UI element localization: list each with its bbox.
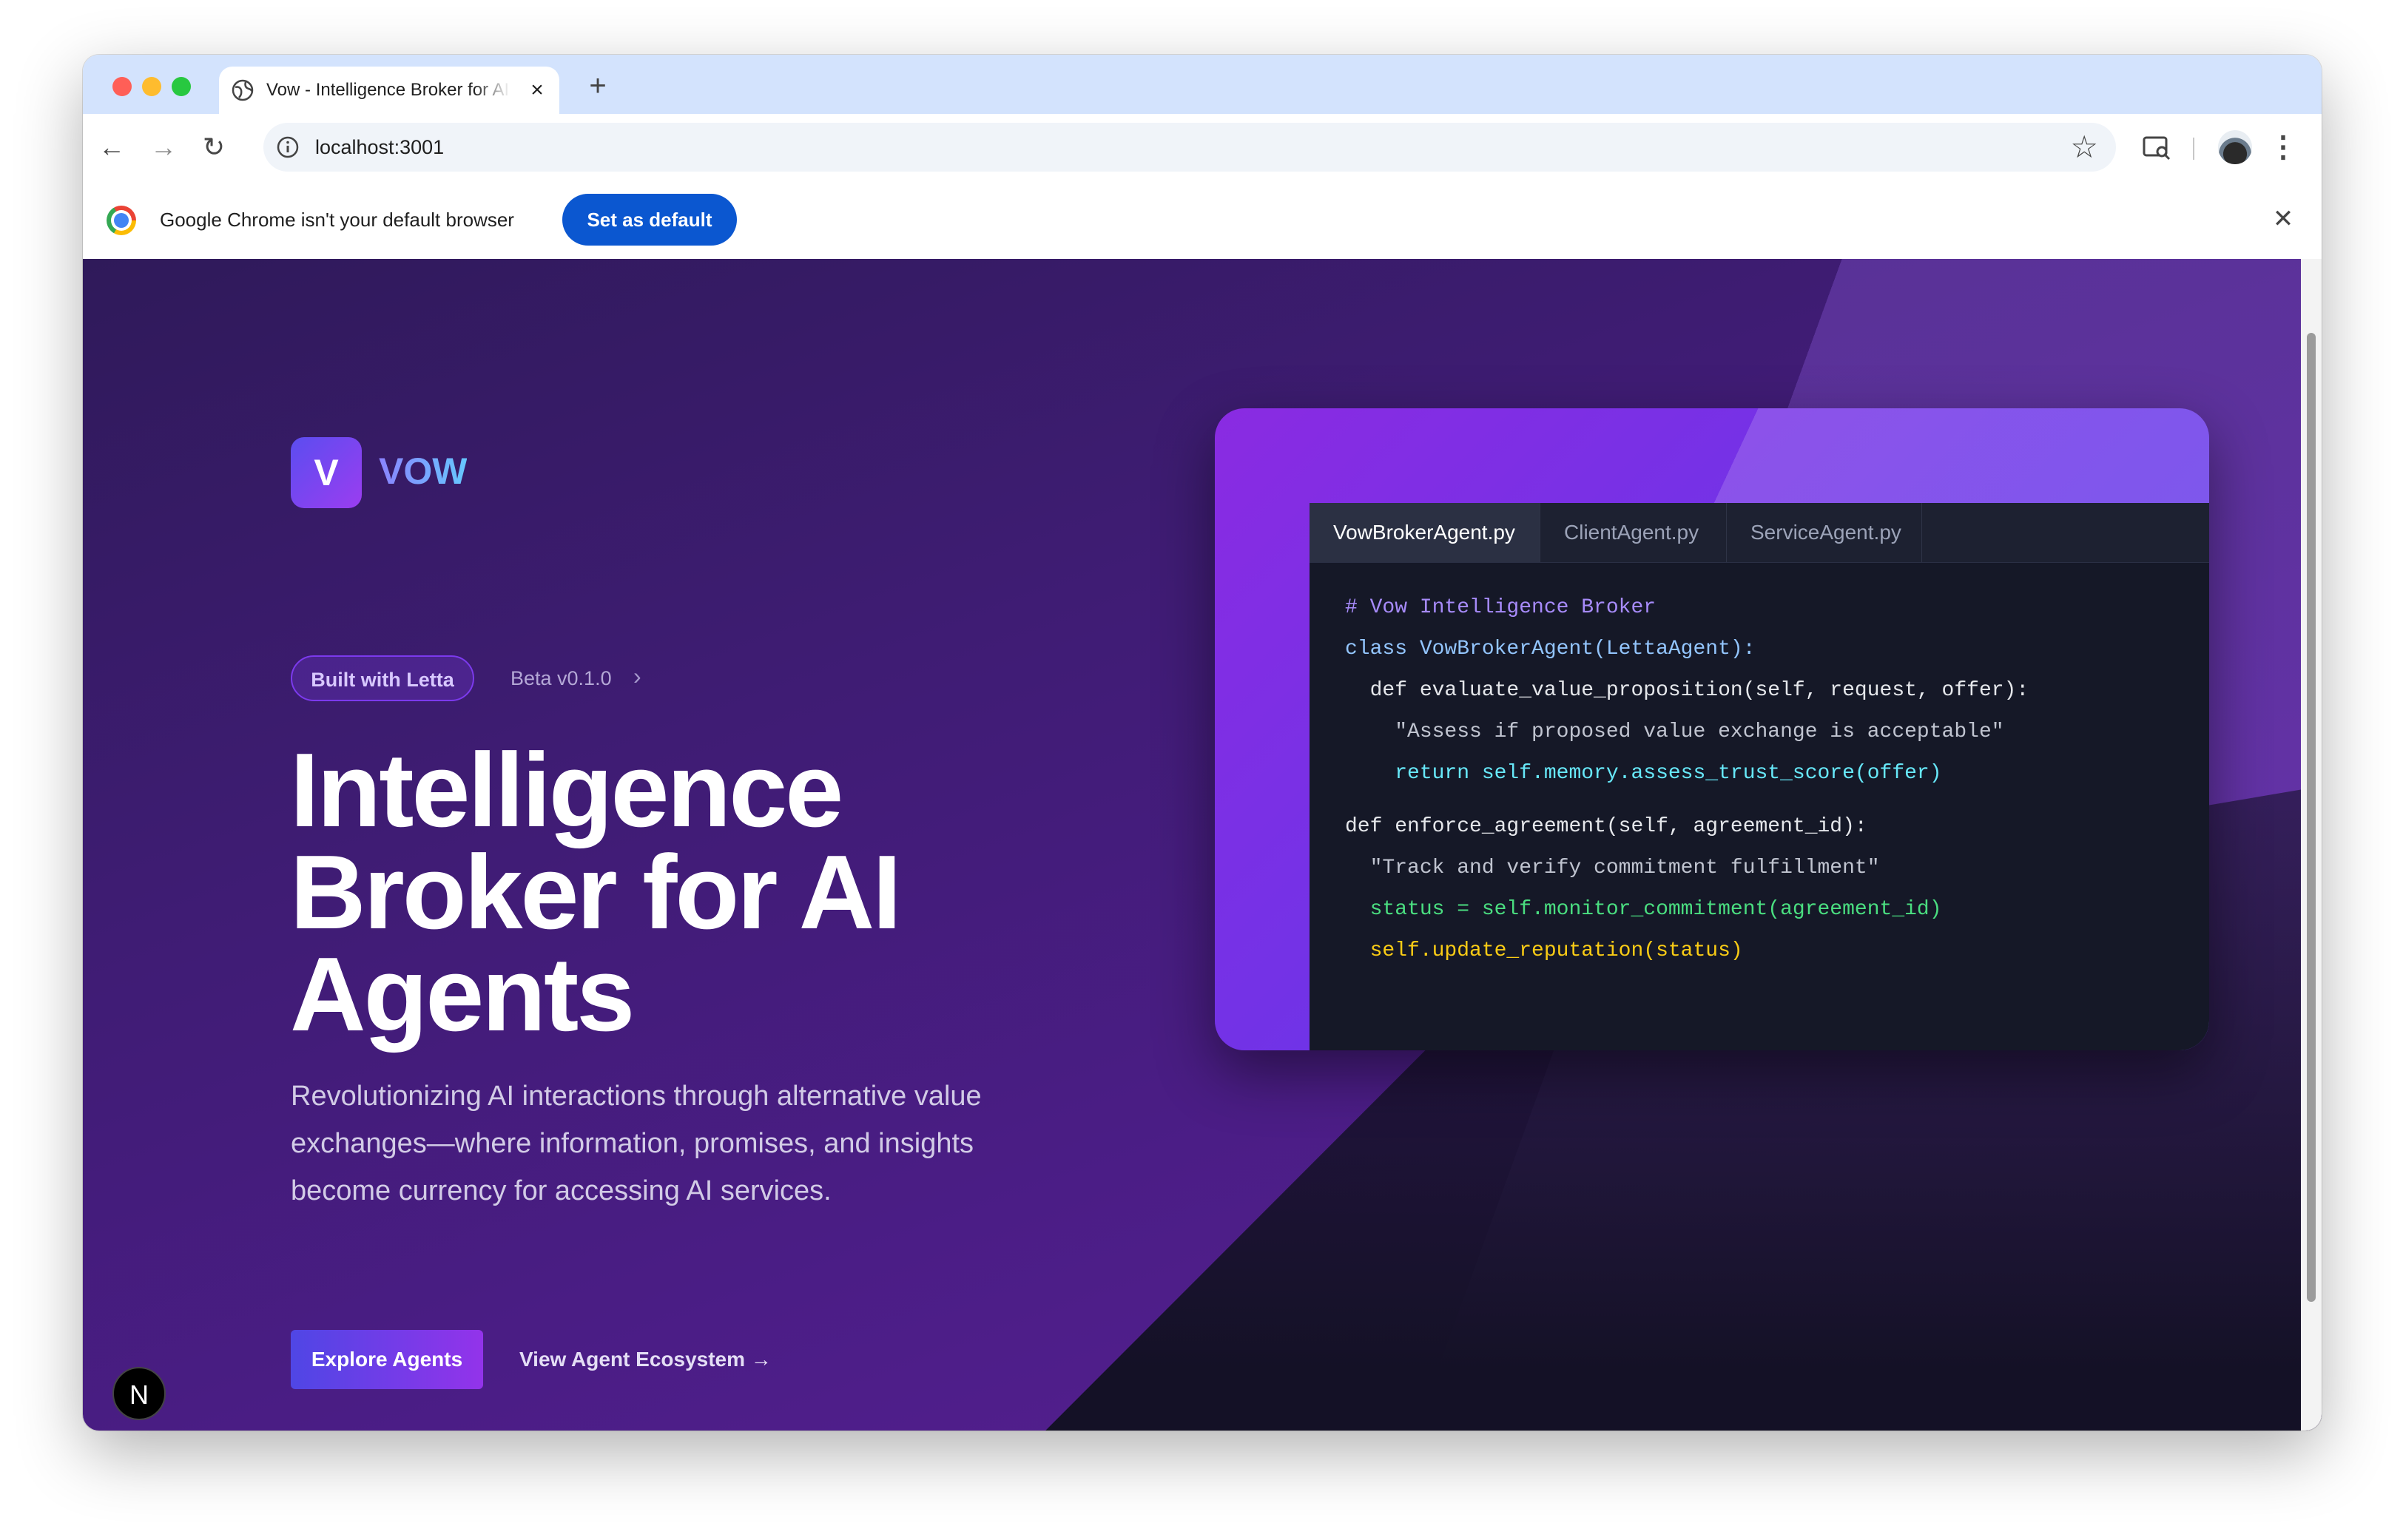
code-editor: VowBrokerAgent.py ClientAgent.py Service… [1310, 503, 2209, 1050]
toolbar-separator [2193, 138, 2194, 160]
version-link[interactable]: Beta v0.1.0 [510, 667, 612, 690]
code-line: "Track and verify commitment fulfillment… [1345, 857, 1880, 879]
tab-close-icon[interactable]: × [527, 79, 547, 101]
minimize-window-button[interactable] [142, 77, 161, 96]
globe-icon [232, 79, 254, 101]
chevron-right-icon[interactable]: › [633, 663, 641, 690]
code-line: "Assess if proposed value exchange is ac… [1345, 720, 2004, 743]
profile-avatar[interactable] [2218, 130, 2252, 164]
chrome-logo-icon [107, 206, 136, 235]
bookmark-star-icon[interactable]: ☆ [2070, 129, 2098, 165]
editor-tab-clientagent[interactable]: ClientAgent.py [1540, 503, 1727, 562]
page-scrollbar[interactable] [2301, 259, 2322, 1431]
forward-arrow-icon[interactable]: → [146, 130, 181, 164]
vow-logo-mark[interactable]: V [291, 437, 362, 508]
tab-strip: Vow - Intelligence Broker for AI Agents … [83, 55, 2322, 114]
browser-tab[interactable]: Vow - Intelligence Broker for AI Agents … [219, 67, 559, 114]
url-text[interactable]: localhost:3001 [315, 136, 444, 159]
vow-logo-text[interactable]: VOW [379, 450, 467, 493]
view-agent-ecosystem-link[interactable]: View Agent Ecosystem → [519, 1348, 772, 1371]
tab-title: Vow - Intelligence Broker for AI Agents [266, 80, 510, 100]
hero-title: Intelligence Broker for AI Agents [290, 732, 902, 1053]
new-tab-icon[interactable]: + [582, 70, 614, 102]
code-line: self.update_reputation(status) [1345, 939, 1743, 962]
code-showcase-card: VowBrokerAgent.py ClientAgent.py Service… [1215, 408, 2209, 1050]
code-line: class VowBrokerAgent(LettaAgent): [1345, 638, 1756, 661]
browser-window: Vow - Intelligence Broker for AI Agents … [83, 55, 2322, 1431]
infobar-close-icon[interactable]: ✕ [2267, 203, 2299, 235]
reload-icon[interactable]: ↻ [197, 130, 231, 164]
code-line: def enforce_agreement(self, agreement_id… [1345, 815, 1867, 838]
set-as-default-button[interactable]: Set as default [562, 194, 737, 246]
default-browser-infobar: Google Chrome isn't your default browser… [83, 180, 2322, 259]
scrollbar-thumb[interactable] [2307, 333, 2316, 1302]
menu-kebab-icon[interactable]: ⋮ [2268, 129, 2298, 166]
nextjs-dev-indicator[interactable]: N [112, 1367, 166, 1420]
site-info-icon[interactable] [275, 135, 300, 160]
code-line: return self.memory.assess_trust_score(of… [1345, 762, 1942, 785]
editor-tab-bar: VowBrokerAgent.py ClientAgent.py Service… [1310, 503, 2209, 563]
close-window-button[interactable] [112, 77, 132, 96]
hero-subtitle: Revolutionizing AI interactions through … [291, 1081, 982, 1206]
maximize-window-button[interactable] [172, 77, 191, 96]
address-bar[interactable]: localhost:3001 ☆ [263, 123, 2116, 172]
code-line: # Vow Intelligence Broker [1345, 596, 1657, 619]
tab-search-icon[interactable] [2140, 130, 2174, 164]
page-viewport: V VOW Built with Letta Beta v0.1.0 › Int… [83, 259, 2322, 1431]
built-with-letta-badge[interactable]: Built with Letta [291, 655, 474, 701]
back-arrow-icon[interactable]: ← [95, 130, 129, 164]
code-block: # Vow Intelligence Broker class VowBroke… [1345, 596, 2029, 962]
code-line: def evaluate_value_proposition(self, req… [1345, 679, 2029, 702]
editor-tab-serviceagent[interactable]: ServiceAgent.py [1727, 503, 1922, 562]
editor-tab-vowbrokeragent[interactable]: VowBrokerAgent.py [1310, 503, 1540, 562]
explore-agents-button[interactable]: Explore Agents [291, 1330, 483, 1389]
infobar-message: Google Chrome isn't your default browser [160, 209, 514, 231]
browser-toolbar: ← → ↻ localhost:3001 ☆ ⋮ [83, 114, 2322, 181]
code-line: status = self.monitor_commitment(agreeme… [1345, 898, 1942, 921]
